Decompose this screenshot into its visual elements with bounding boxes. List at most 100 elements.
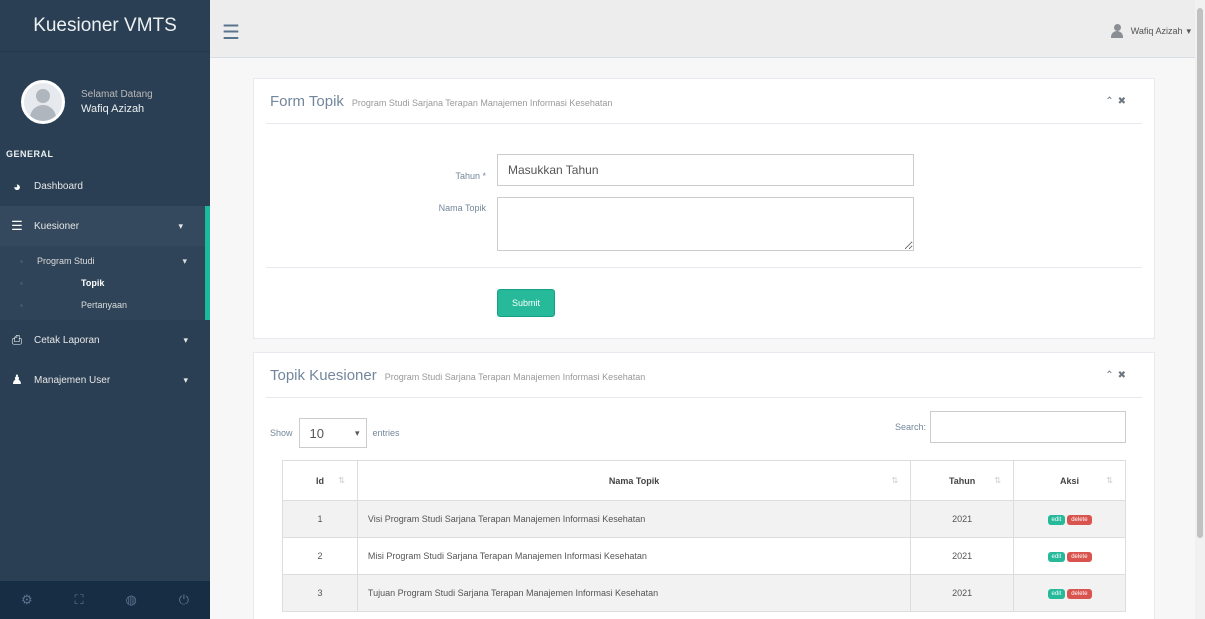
tahun-input[interactable] [497,154,914,186]
submenu-child-label: Pertanyaan [81,300,128,310]
table-row: 1 Visi Program Studi Sarjana Terapan Man… [282,500,1126,538]
menu-toggle-icon[interactable]: ☰ [222,20,240,45]
user-menu-name: Wafiq Azizah [1130,26,1183,36]
sidebar-item-label: Cetak Laporan [34,334,100,346]
profile-name: Wafiq Azizah [81,103,145,115]
sidebar: Kuesioner VMTS Selamat Datang Wafiq Aziz… [0,0,210,619]
close-icon[interactable]: ✖ [1118,370,1130,381]
panel-title: Topik Kuesioner [270,367,377,384]
chevron-down-icon: ▾ [183,334,188,345]
table-icon: ☰ [11,218,23,233]
bullet-dot [20,259,23,263]
cell-nama-topik: Misi Program Studi Sarjana Terapan Manaj… [356,537,912,575]
cell-id: 1 [282,500,358,538]
scrollbar-thumb[interactable] [1197,8,1203,538]
cell-aksi: edit delete [1013,574,1126,612]
sidebar-item-topik[interactable]: Topik [0,272,205,294]
panel-title: Form Topik [270,93,344,110]
table-row: 3 Tujuan Program Studi Sarjana Terapan M… [282,574,1126,612]
bullet-dot [20,303,23,307]
logout-icon[interactable]: ⏻ [179,592,189,608]
cell-id: 2 [282,537,358,575]
user-icon: ♟ [11,372,23,387]
sidebar-item-program-studi[interactable]: Program Studi ▾ [0,250,205,272]
profile: Selamat Datang Wafiq Azizah [0,52,210,134]
entries-select[interactable]: 10 ▾ [298,418,367,448]
delete-button[interactable]: delete [1067,589,1092,599]
column-header-id[interactable]: Id ⇅ [282,460,358,501]
sort-icon: ⇅ [994,476,1002,485]
lock-icon[interactable]: ◍ [125,592,136,608]
sidebar-item-label: Dashboard [34,180,83,192]
user-menu[interactable]: Wafiq Azizah ▾ [1110,24,1191,38]
section-title: GENERAL [6,149,54,159]
sort-icon: ⇅ [1106,476,1113,485]
sidebar-item-label: Manajemen User [34,374,111,386]
chevron-down-icon: ▾ [1186,25,1191,36]
cell-nama-topik: Tujuan Program Studi Sarjana Terapan Man… [356,574,912,612]
show-label: Show [270,428,293,438]
divider [266,267,1142,268]
cell-aksi: edit delete [1013,500,1126,538]
divider [266,123,1142,124]
panel-subtitle: Program Studi Sarjana Terapan Manajemen … [351,98,613,108]
dashboard-icon: ◕ [13,178,21,194]
collapse-icon[interactable]: ⌃ [1105,370,1117,381]
edit-button[interactable]: edit [1047,589,1066,599]
submit-button[interactable]: Submit [497,289,555,317]
settings-icon[interactable]: ⚙ [21,592,33,608]
column-header-aksi[interactable]: Aksi ⇅ [1013,460,1126,501]
cell-aksi: edit delete [1013,537,1126,575]
sidebar-item-dashboard[interactable]: ◕ Dashboard [0,166,210,206]
entries-label: entries [372,428,400,438]
sort-icon: ⇅ [891,476,899,485]
topik-table: Id ⇅ Nama Topik ⇅ Tahun ⇅ Aksi ⇅ 1 Visi Prog… [282,460,1126,612]
tahun-label: Tahun * [455,171,486,181]
table-row: 2 Misi Program Studi Sarjana Terapan Man… [282,537,1126,575]
bullet-dot [20,281,23,285]
topik-kuesioner-panel: Topik Kuesioner Program Studi Sarjana Te… [253,352,1155,619]
delete-button[interactable]: delete [1067,552,1092,562]
submenu-kuesioner: Program Studi ▾ Topik Pertanyaan [0,246,210,320]
nama-topik-textarea[interactable] [497,197,914,251]
close-icon[interactable]: ✖ [1118,96,1130,107]
fullscreen-icon[interactable]: ⛶ [74,592,83,608]
edit-button[interactable]: edit [1047,515,1066,525]
table-search: Search: [895,411,1126,443]
panel-tools: ⌃✖ [1105,96,1130,107]
search-label: Search: [894,422,926,432]
brand-title[interactable]: Kuesioner VMTS [0,0,210,52]
chevron-down-icon: ▾ [354,427,360,438]
show-entries: Show 10 ▾ entries [270,418,400,448]
welcome-text: Selamat Datang [81,89,153,100]
delete-button[interactable]: delete [1067,515,1092,525]
sort-icon: ⇅ [338,476,345,485]
sidebar-item-label: Kuesioner [34,220,80,232]
page-scrollbar[interactable] [1195,0,1205,619]
chevron-down-icon: ▾ [182,255,187,266]
column-header-tahun[interactable]: Tahun ⇅ [910,460,1015,501]
column-header-nama-topik[interactable]: Nama Topik ⇅ [356,460,912,501]
submenu-label: Program Studi [37,256,95,266]
sidebar-item-kuesioner[interactable]: ☰ Kuesioner ▾ [0,206,210,246]
divider [266,397,1142,398]
search-input[interactable] [930,411,1126,443]
sidebar-item-manajemen-user[interactable]: ♟ Manajemen User ▾ [0,360,210,400]
sidebar-footer: ⚙ ⛶ ◍ ⏻ [0,581,210,619]
cell-id: 3 [282,574,358,612]
sidebar-item-cetak-laporan[interactable]: ⎙ Cetak Laporan ▾ [0,320,210,360]
cell-tahun: 2021 [910,574,1015,612]
panel-tools: ⌃✖ [1105,370,1130,381]
entries-value: 10 [309,425,324,441]
submenu-child-label: Topik [81,278,105,288]
cell-tahun: 2021 [910,500,1015,538]
user-avatar-icon [1110,24,1123,38]
nama-topik-label: Nama Topik [438,203,486,213]
collapse-icon[interactable]: ⌃ [1105,96,1117,107]
cell-nama-topik: Visi Program Studi Sarjana Terapan Manaj… [356,500,912,538]
avatar [21,80,65,124]
print-icon: ⎙ [11,332,23,347]
panel-subtitle: Program Studi Sarjana Terapan Manajemen … [384,372,646,382]
edit-button[interactable]: edit [1047,552,1066,562]
sidebar-item-pertanyaan[interactable]: Pertanyaan [0,294,205,316]
